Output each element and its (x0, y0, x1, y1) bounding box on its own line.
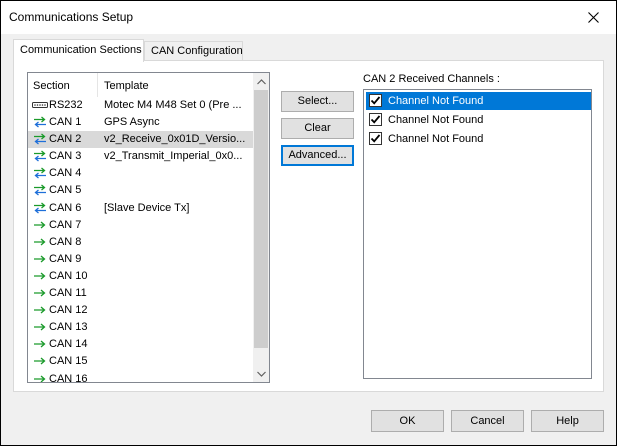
section-name: CAN 4 (49, 167, 82, 180)
right-arrow-icon (32, 304, 48, 316)
list-item[interactable]: CAN 13 (28, 319, 254, 336)
scroll-down-button[interactable] (253, 365, 269, 382)
dialog-window: Communications Setup Communication Secti… (1, 1, 616, 445)
clear-button[interactable]: Clear (281, 118, 354, 139)
bidirectional-arrow-icon (32, 167, 48, 179)
list-item[interactable]: CAN 7 (28, 217, 254, 234)
bidirectional-arrow-icon (32, 116, 48, 128)
tab-panel-communication-sections: Section Template RS232 Motec M4 M48 Set 0… (13, 60, 604, 392)
section-name: CAN 5 (49, 184, 82, 197)
right-arrow-icon (32, 236, 48, 248)
template-name: v2_Receive_0x01D_Versio... (104, 133, 246, 146)
bidirectional-arrow-icon (32, 202, 48, 214)
list-item[interactable]: CAN 11 (28, 285, 254, 302)
list-item[interactable]: CAN 10 (28, 268, 254, 285)
sections-list[interactable]: Section Template RS232 Motec M4 M48 Set 0… (27, 72, 270, 383)
channel-label: Channel Not Found (388, 114, 484, 126)
section-name: RS232 (49, 99, 83, 111)
right-arrow-icon (32, 338, 48, 350)
section-name: CAN 16 (49, 372, 88, 383)
scroll-thumb[interactable] (254, 90, 268, 348)
column-header-section[interactable]: Section (33, 80, 70, 92)
section-name: CAN 15 (49, 355, 88, 368)
sections-rows: RS232 Motec M4 M48 Set 0 (Pre ... CAN 1 GPS… (28, 97, 254, 383)
section-name: CAN 11 (49, 287, 87, 300)
channel-list-item[interactable]: Channel Not Found (366, 130, 591, 148)
channel-checkbox[interactable] (369, 132, 382, 145)
scroll-up-button[interactable] (253, 73, 269, 90)
section-name: CAN 8 (49, 235, 82, 248)
close-icon (587, 12, 599, 23)
right-arrow-icon (32, 373, 48, 383)
checkmark-icon (370, 96, 381, 105)
advanced-button[interactable]: Advanced... (281, 145, 354, 166)
channel-list-item[interactable]: Channel Not Found (366, 92, 591, 110)
section-name: CAN 9 (49, 252, 82, 265)
section-name: CAN 7 (49, 218, 82, 231)
column-header-template[interactable]: Template (104, 80, 149, 92)
section-name: CAN 1 (49, 116, 82, 129)
checkmark-icon (370, 115, 381, 124)
channel-label: Channel Not Found (388, 133, 484, 145)
list-item[interactable]: CAN 1 GPS Async (28, 114, 254, 131)
bidirectional-arrow-icon (32, 133, 48, 145)
received-channels-list[interactable]: Channel Not Found Channel Not Found Channe… (363, 89, 592, 379)
chevron-down-icon (256, 371, 266, 377)
list-header: Section Template (28, 73, 254, 97)
section-name: CAN 6 (49, 201, 82, 214)
list-item[interactable]: RS232 Motec M4 M48 Set 0 (Pre ... (28, 97, 254, 114)
list-item[interactable]: CAN 2 v2_Receive_0x01D_Versio... (28, 131, 254, 149)
channel-label: Channel Not Found (388, 95, 484, 107)
title-bar: Communications Setup (1, 1, 616, 34)
cancel-button[interactable]: Cancel (451, 410, 524, 432)
window-title: Communications Setup (9, 10, 134, 24)
received-channels-label: CAN 2 Received Channels : (363, 73, 500, 85)
chevron-up-icon (256, 78, 266, 84)
template-name: Motec M4 M48 Set 0 (Pre ... (104, 99, 242, 111)
bidirectional-arrow-icon (32, 184, 48, 196)
list-item[interactable]: CAN 3 v2_Transmit_Imperial_0x0... (28, 148, 254, 165)
template-name: v2_Transmit_Imperial_0x0... (104, 150, 243, 163)
right-arrow-icon (32, 355, 48, 367)
list-item[interactable]: CAN 9 (28, 251, 254, 268)
channel-checkbox[interactable] (369, 94, 382, 107)
ok-button[interactable]: OK (371, 410, 444, 432)
bidirectional-arrow-icon (32, 150, 48, 162)
close-button[interactable] (570, 1, 616, 34)
channel-checkbox[interactable] (369, 113, 382, 126)
right-arrow-icon (32, 219, 48, 231)
list-item[interactable]: CAN 5 (28, 182, 254, 199)
list-item[interactable]: CAN 8 (28, 234, 254, 251)
list-item[interactable]: CAN 14 (28, 336, 254, 353)
list-item[interactable]: CAN 16 (28, 371, 254, 383)
help-button[interactable]: Help (531, 410, 604, 432)
serial-port-icon (32, 99, 48, 111)
right-arrow-icon (32, 321, 48, 333)
right-arrow-icon (32, 287, 48, 299)
template-name: [Slave Device Tx] (104, 201, 190, 214)
section-name: CAN 2 (49, 133, 82, 146)
list-item[interactable]: CAN 12 (28, 302, 254, 319)
section-name: CAN 10 (49, 269, 88, 282)
section-name: CAN 3 (49, 150, 82, 163)
list-item[interactable]: CAN 6 [Slave Device Tx] (28, 200, 254, 217)
header-divider[interactable] (97, 73, 98, 97)
list-item[interactable]: CAN 4 (28, 165, 254, 182)
tab-communication-sections[interactable]: Communication Sections (13, 39, 144, 62)
section-name: CAN 14 (49, 338, 88, 351)
tab-can-configuration[interactable]: CAN Configuration (144, 41, 243, 61)
select-button[interactable]: Select... (281, 91, 354, 112)
template-name: GPS Async (104, 116, 160, 129)
vertical-scrollbar[interactable] (253, 73, 269, 382)
channel-list-item[interactable]: Channel Not Found (366, 111, 591, 129)
right-arrow-icon (32, 253, 48, 265)
list-item[interactable]: CAN 15 (28, 353, 254, 370)
checkmark-icon (370, 134, 381, 143)
section-name: CAN 12 (49, 304, 88, 317)
section-name: CAN 13 (49, 321, 88, 334)
right-arrow-icon (32, 270, 48, 282)
